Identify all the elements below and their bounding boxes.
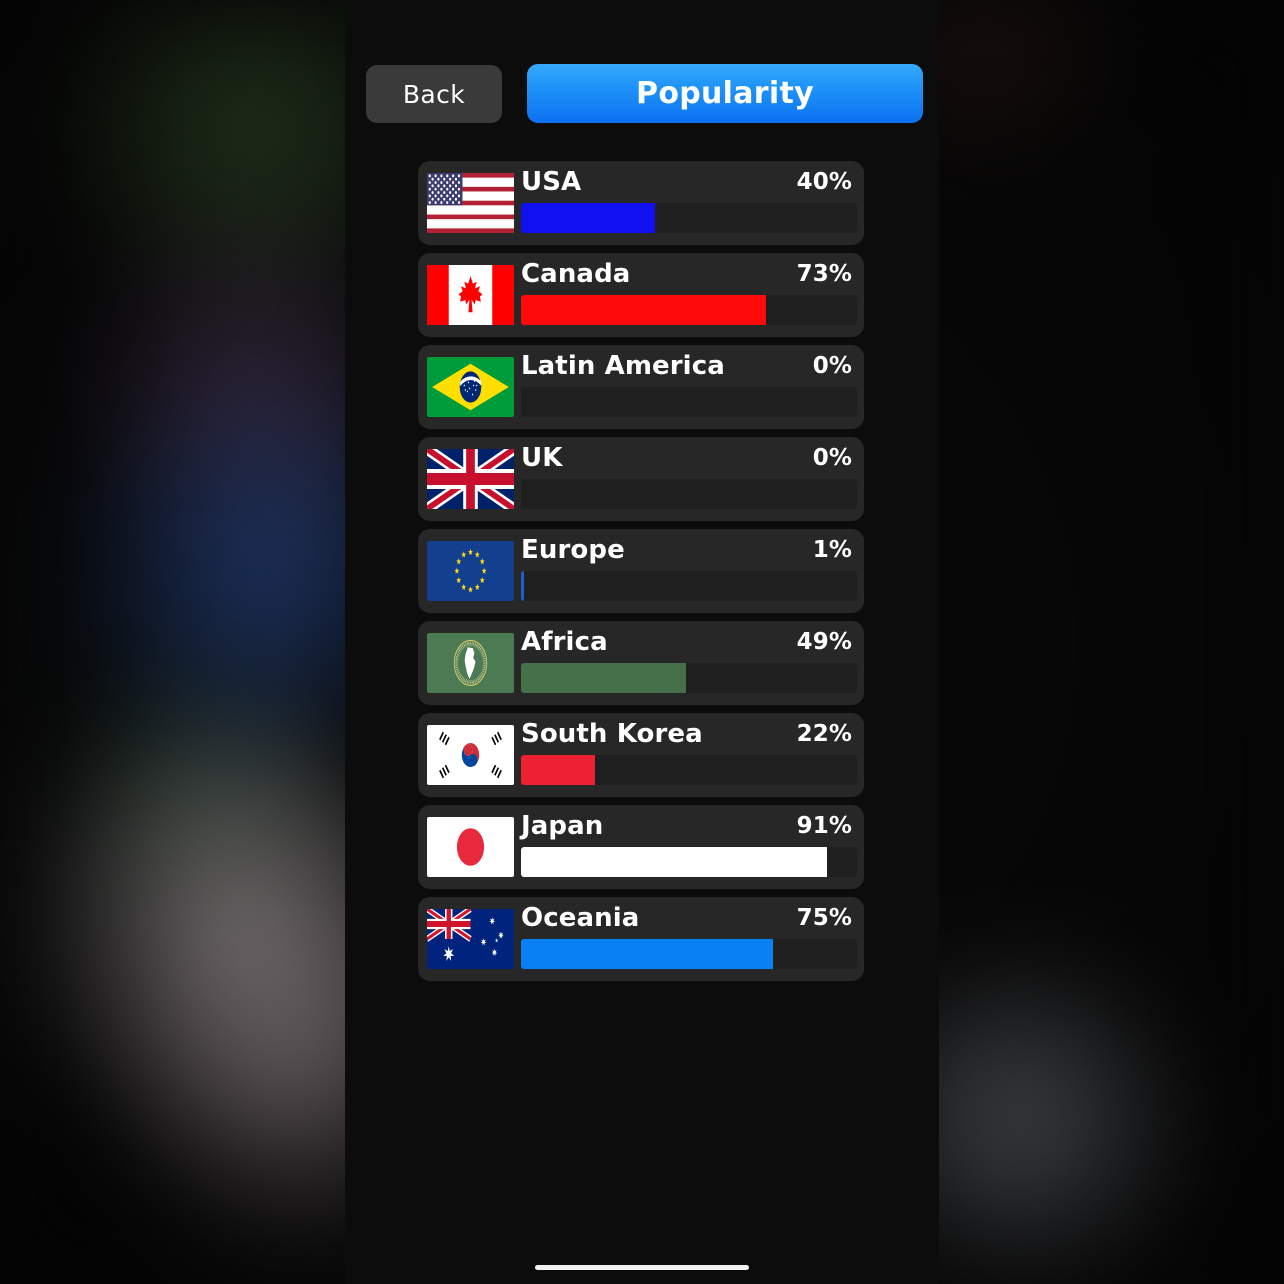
percent-label: 0%	[812, 445, 852, 471]
region-name: Japan	[521, 811, 604, 841]
progress-track	[521, 755, 857, 785]
progress-track	[521, 939, 857, 969]
flag-usa-icon	[427, 173, 514, 233]
popularity-row[interactable]: Oceania 75%	[418, 897, 864, 981]
region-name: Latin America	[521, 351, 725, 381]
popularity-row[interactable]: Japan 91%	[418, 805, 864, 889]
percent-label: 91%	[796, 813, 852, 839]
progress-fill	[521, 939, 773, 969]
flag-japan-icon	[427, 817, 514, 877]
progress-fill	[521, 295, 767, 325]
region-name: Oceania	[521, 903, 640, 933]
flag-canada-icon	[427, 265, 514, 325]
progress-track	[521, 663, 857, 693]
progress-track	[521, 571, 857, 601]
flag-uk-icon	[427, 449, 514, 509]
progress-fill	[521, 755, 595, 785]
percent-label: 0%	[812, 353, 852, 379]
region-name: South Korea	[521, 719, 703, 749]
flag-europe-icon	[427, 541, 514, 601]
region-name: Canada	[521, 259, 631, 289]
top-bar: Back Popularity	[345, 0, 939, 150]
popularity-list: USA 40% Canada 73% Latin America 0% UK 0% Eu…	[345, 161, 939, 989]
region-name: UK	[521, 443, 563, 473]
popularity-row[interactable]: UK 0%	[418, 437, 864, 521]
progress-fill	[521, 571, 525, 601]
flag-brazil-icon	[427, 357, 514, 417]
popularity-row[interactable]: Europe 1%	[418, 529, 864, 613]
popularity-row[interactable]: South Korea 22%	[418, 713, 864, 797]
popularity-row[interactable]: Canada 73%	[418, 253, 864, 337]
progress-track	[521, 295, 857, 325]
flag-south-korea-icon	[427, 725, 514, 785]
phone-screen: Back Popularity USA 40% Canada 73% Latin A…	[345, 0, 939, 1284]
home-indicator[interactable]	[535, 1265, 749, 1270]
percent-label: 75%	[796, 905, 852, 931]
percent-label: 40%	[796, 169, 852, 195]
percent-label: 1%	[812, 537, 852, 563]
percent-label: 49%	[796, 629, 852, 655]
region-name: Europe	[521, 535, 625, 565]
flag-australia-icon	[427, 909, 514, 969]
screen: Back Popularity USA 40% Canada 73% Latin A…	[0, 0, 1284, 1284]
progress-track	[521, 203, 857, 233]
flag-african-union-icon	[427, 633, 514, 693]
back-button[interactable]: Back	[366, 65, 502, 123]
progress-track	[521, 387, 857, 417]
region-name: Africa	[521, 627, 608, 657]
progress-track	[521, 847, 857, 877]
progress-track	[521, 479, 857, 509]
popularity-row[interactable]: Latin America 0%	[418, 345, 864, 429]
popularity-row[interactable]: USA 40%	[418, 161, 864, 245]
page-title: Popularity	[636, 76, 814, 111]
percent-label: 22%	[796, 721, 852, 747]
popularity-row[interactable]: Africa 49%	[418, 621, 864, 705]
back-button-label: Back	[402, 79, 466, 109]
region-name: USA	[521, 167, 582, 197]
percent-label: 73%	[796, 261, 852, 287]
progress-fill	[521, 847, 827, 877]
page-title-banner[interactable]: Popularity	[527, 64, 923, 123]
progress-fill	[521, 663, 686, 693]
progress-fill	[521, 203, 656, 233]
